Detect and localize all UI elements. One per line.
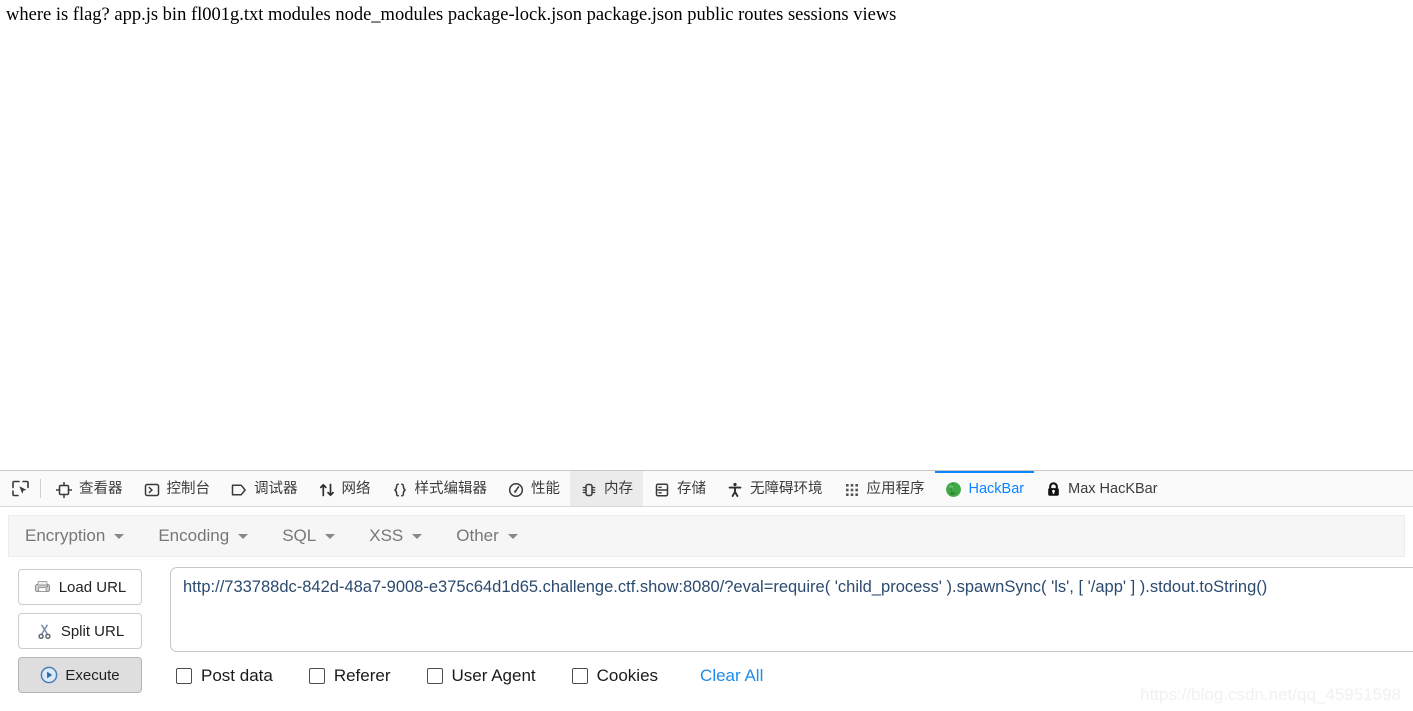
- split-url-label: Split URL: [60, 622, 125, 640]
- hackbar-globe-icon: [945, 481, 963, 499]
- accessibility-icon: [726, 481, 744, 499]
- devtools-tab-label: HackBar: [968, 481, 1025, 498]
- devtools-tab-label: 应用程序: [866, 481, 925, 498]
- storage-icon: [653, 481, 671, 499]
- memory-icon: [580, 481, 598, 499]
- hackbar-menu-label: SQL: [282, 526, 317, 545]
- style-editor-icon: [391, 481, 409, 499]
- devtools-tab-max-hackbar[interactable]: Max HacKBar: [1034, 471, 1167, 506]
- performance-icon: [507, 481, 525, 499]
- devtools-tab-label: 调试器: [254, 481, 298, 498]
- load-url-button[interactable]: Load URL: [18, 569, 142, 605]
- hackbar-menu-label: Encryption: [25, 526, 106, 545]
- devtools-tab-hackbar[interactable]: HackBar: [934, 471, 1035, 506]
- post-data-checkbox[interactable]: Post data: [176, 666, 273, 686]
- element-picker-button[interactable]: [4, 471, 36, 506]
- checkbox-box: [308, 668, 325, 684]
- browser-page-content: where is flag? app.js bin fl001g.txt mod…: [0, 0, 1413, 470]
- devtools-tab-memory[interactable]: 内存: [570, 471, 643, 506]
- console-icon: [143, 481, 161, 499]
- devtools-tab-label: 控制台: [166, 481, 211, 498]
- devtools-tab-label: 性能: [531, 481, 560, 498]
- checkbox-box: [571, 668, 588, 684]
- devtools-tab-style-editor[interactable]: 样式编辑器: [381, 471, 498, 506]
- devtools-tab-label: 网络: [341, 481, 371, 498]
- hackbar-menubar: Encryption Encoding SQL XSS Other: [8, 515, 1405, 557]
- hackbar-panel: Encryption Encoding SQL XSS Other Load U…: [0, 515, 1413, 711]
- chevron-down-icon: [412, 533, 423, 539]
- url-input[interactable]: http://733788dc-842d-48a7-9008-e375c64d1…: [170, 567, 1413, 652]
- page-body-text: where is flag? app.js bin fl001g.txt mod…: [6, 5, 897, 25]
- element-picker-icon: [11, 480, 29, 498]
- devtools-tab-accessibility[interactable]: 无障碍环境: [716, 471, 833, 506]
- hackbar-action-buttons: Load URL Split URL Execute: [0, 567, 170, 701]
- hackbar-menu-label: XSS: [369, 526, 404, 545]
- devtools-panel: 查看器 控制台 调试器 网络 样式编辑器 性能 内存 存储 无障碍环境 应用程序…: [0, 470, 1413, 711]
- hackbar-menu-encoding[interactable]: Encoding: [158, 526, 266, 546]
- post-data-label: Post data: [201, 666, 273, 685]
- hackbar-menu-other[interactable]: Other: [456, 526, 536, 546]
- execute-button[interactable]: Execute: [18, 657, 142, 693]
- devtools-tab-performance[interactable]: 性能: [497, 471, 570, 506]
- debugger-icon: [230, 481, 248, 499]
- devtools-tab-label: 样式编辑器: [414, 481, 488, 498]
- hackbar-menu-sql[interactable]: SQL: [282, 526, 353, 546]
- checkbox-box: [426, 668, 443, 684]
- inspector-icon: [55, 481, 73, 499]
- devtools-tab-strip: 查看器 控制台 调试器 网络 样式编辑器 性能 内存 存储 无障碍环境 应用程序…: [0, 471, 1413, 507]
- toolbar-divider: [40, 479, 41, 498]
- devtools-tab-debugger[interactable]: 调试器: [220, 471, 308, 506]
- devtools-tab-label: Max HacKBar: [1068, 481, 1158, 498]
- referer-label: Referer: [333, 666, 391, 685]
- devtools-tab-network[interactable]: 网络: [308, 471, 381, 506]
- devtools-tab-label: 无障碍环境: [750, 481, 823, 498]
- hackbar-menu-label: Encoding: [158, 526, 230, 545]
- devtools-tab-label: 查看器: [79, 481, 123, 498]
- devtools-tab-storage[interactable]: 存储: [643, 471, 716, 506]
- load-url-label: Load URL: [58, 578, 127, 596]
- network-icon: [318, 481, 336, 499]
- checkbox-box: [176, 668, 192, 684]
- devtools-tab-label: 存储: [677, 481, 706, 498]
- hackbar-options-row: Post data Referer User Agent Cookies Cle…: [170, 666, 1413, 686]
- hackbar-url-area: http://733788dc-842d-48a7-9008-e375c64d1…: [170, 567, 1413, 701]
- devtools-tab-application[interactable]: 应用程序: [833, 471, 935, 506]
- chevron-down-icon: [114, 533, 125, 539]
- hackbar-menu-xss[interactable]: XSS: [369, 526, 440, 546]
- chevron-down-icon: [325, 533, 336, 539]
- scissors-icon: [36, 622, 54, 640]
- load-url-icon: [34, 578, 52, 596]
- referer-checkbox[interactable]: Referer: [308, 666, 391, 686]
- execute-label: Execute: [65, 666, 120, 684]
- user-agent-label: User Agent: [451, 666, 536, 685]
- devtools-tab-console[interactable]: 控制台: [133, 471, 221, 506]
- user-agent-checkbox[interactable]: User Agent: [426, 666, 536, 686]
- cookies-label: Cookies: [596, 666, 659, 685]
- chevron-down-icon: [238, 533, 249, 539]
- hackbar-body: Load URL Split URL Execute http://733788…: [0, 557, 1413, 701]
- devtools-tab-inspector[interactable]: 查看器: [45, 471, 133, 506]
- hackbar-menu-label: Other: [456, 526, 499, 545]
- cookies-checkbox[interactable]: Cookies: [571, 666, 659, 686]
- play-icon: [40, 666, 58, 684]
- lock-icon: [1044, 481, 1062, 499]
- split-url-button[interactable]: Split URL: [18, 613, 142, 649]
- chevron-down-icon: [507, 533, 518, 539]
- application-icon: [843, 481, 861, 499]
- clear-all-link[interactable]: Clear All: [700, 666, 763, 686]
- devtools-tab-label: 内存: [604, 481, 633, 498]
- hackbar-menu-encryption[interactable]: Encryption: [25, 526, 142, 546]
